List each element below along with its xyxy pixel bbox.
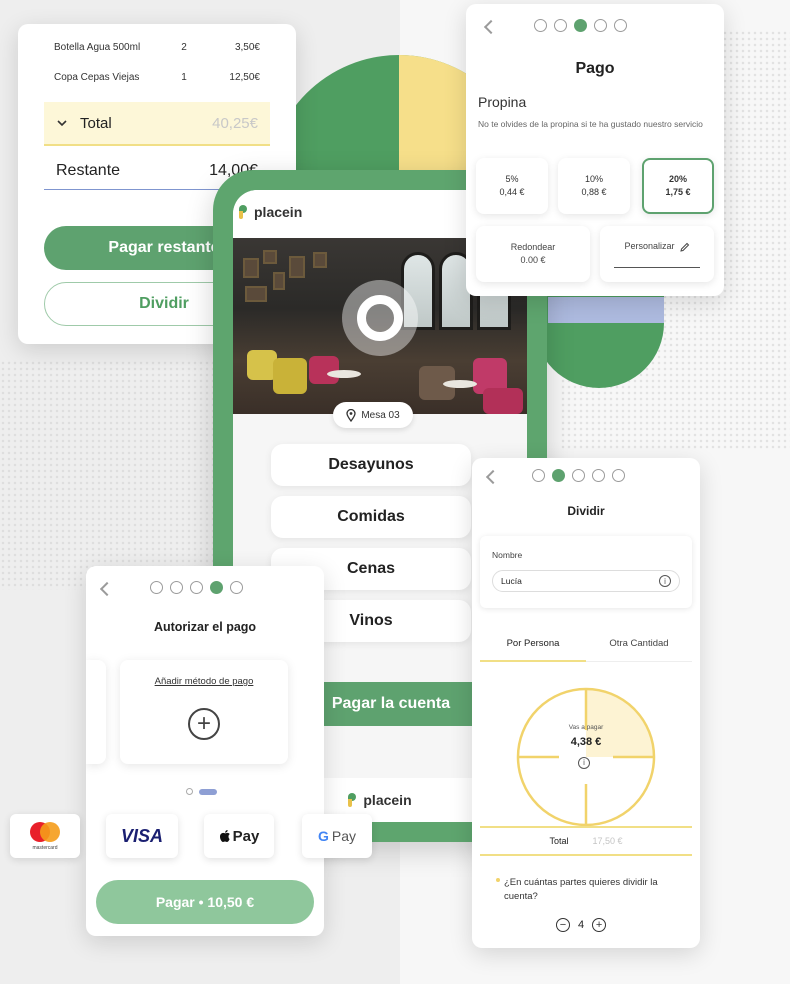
back-chevron-icon[interactable] [485, 469, 501, 485]
pie-amount: 4,38 € [570, 736, 602, 748]
info-icon[interactable]: i [659, 575, 671, 587]
custom-tip-option[interactable]: Personalizar [600, 226, 714, 282]
location-pin-icon [346, 408, 356, 422]
tip-option-5[interactable]: 5% 0,44 € [476, 158, 548, 214]
plus-circle-icon: + [188, 708, 220, 740]
apple-icon [219, 830, 230, 842]
menu-item-desayunos[interactable]: Desayunos [271, 444, 471, 486]
item-name: Botella Agua 500ml [54, 42, 141, 53]
footer-logo: placein [348, 792, 412, 808]
tab-otra-cantidad[interactable]: Otra Cantidad [586, 626, 692, 662]
apple-pay-logo[interactable]: Pay [204, 814, 274, 858]
name-label: Nombre [492, 550, 523, 560]
footer-brand-name: placein [363, 792, 412, 808]
total-label: Total [80, 114, 112, 132]
tip-hint: No te olvides de la propina si te ha gus… [478, 119, 703, 129]
dot-pattern [0, 360, 220, 590]
remaining-label: Restante [56, 161, 121, 179]
pie-caption: Vas a pagar [568, 724, 604, 731]
plus-button[interactable]: + [592, 918, 607, 932]
pencil-icon [679, 242, 689, 252]
brand-name: placein [254, 204, 303, 220]
google-pay-logo[interactable]: G Pay [302, 814, 372, 858]
step-indicator [534, 19, 627, 32]
add-payment-method-card[interactable]: Añadir método de pago + [120, 660, 288, 764]
mastercard-icon [30, 822, 60, 842]
item-qty: 1 [181, 72, 187, 83]
tip-amount: 0,88 € [581, 187, 607, 197]
carousel-pager [186, 788, 217, 795]
tip-percent: 20% [668, 174, 687, 184]
page-title: Dividir [567, 504, 605, 518]
round-value: 0.00 € [520, 255, 546, 265]
visa-logo[interactable]: VISA [106, 814, 178, 858]
add-method-label: Añadir método de pago [154, 676, 254, 687]
mastercard-logo[interactable]: mastercard [10, 814, 80, 858]
split-total-value: 17,50 € [592, 836, 623, 846]
page-title: Pago [575, 60, 615, 77]
item-qty: 2 [181, 42, 187, 53]
name-input[interactable]: Lucía i [492, 570, 680, 592]
tip-card: Pago Propina No te olvides de la propina… [466, 4, 724, 296]
google-pay-label: Pay [331, 828, 356, 844]
name-value: Lucía [501, 576, 522, 586]
tip-label: Propina [478, 94, 527, 110]
apple-pay-label: Pay [232, 827, 260, 845]
custom-input-line [614, 267, 700, 268]
page-title: Autorizar el pago [153, 620, 257, 634]
table-number: Mesa 03 [361, 409, 400, 421]
mastercard-caption: mastercard [32, 845, 58, 851]
item-price: 3,50€ [234, 42, 260, 53]
total-row[interactable]: Total 40,25€ [44, 102, 270, 146]
tip-amount: 0,44 € [499, 187, 525, 197]
pie-info[interactable]: i [578, 752, 590, 770]
split-question: ¿En cuántas partes quieres dividir la cu… [504, 877, 658, 902]
tip-option-20[interactable]: 20% 1,75 € [642, 158, 714, 214]
tip-percent: 10% [584, 174, 603, 184]
step-indicator [532, 469, 625, 482]
total-value: 40,25€ [212, 114, 258, 132]
google-g-icon: G [317, 828, 329, 844]
round-label: Redondear [510, 242, 556, 252]
split-total-row: Total 17,50 € [480, 826, 692, 856]
item-price: 12,50€ [229, 72, 260, 83]
minus-button[interactable]: − [556, 918, 570, 932]
split-tabs: Por Persona Otra Cantidad [480, 626, 692, 662]
split-card: Dividir Nombre Lucía i Por Persona Otra … [472, 458, 700, 948]
decor-blue-strip [548, 297, 664, 323]
name-field-card: Nombre Lucía i [480, 536, 692, 608]
brand-logo: placein [239, 204, 302, 220]
qr-ring-inner [357, 295, 403, 341]
placein-logo-icon [239, 205, 249, 219]
round-option[interactable]: Redondear 0.00 € [476, 226, 590, 282]
authorize-card: Autorizar el pago Añadir método de pago … [86, 566, 324, 936]
split-total-label: Total [549, 836, 569, 846]
back-chevron-icon[interactable] [483, 19, 499, 35]
previous-payment-card[interactable] [86, 660, 106, 764]
tip-percent: 5% [505, 174, 519, 184]
item-name: Copa Cepas Viejas [54, 72, 140, 83]
pay-button[interactable]: Pagar • 10,50 € [96, 880, 314, 924]
step-indicator [150, 581, 243, 594]
parts-count: 4 [578, 919, 585, 931]
custom-label: Personalizar [624, 241, 675, 251]
info-icon: i [578, 756, 590, 769]
placein-logo-icon [348, 793, 358, 807]
chevron-down-icon [57, 120, 67, 127]
tab-por-persona[interactable]: Por Persona [480, 626, 586, 662]
table-badge: Mesa 03 [333, 402, 413, 428]
tip-option-10[interactable]: 10% 0,88 € [558, 158, 630, 214]
bill-item-row: Copa Cepas Viejas 1 12,50€ [54, 72, 260, 83]
parts-stepper: − 4 + [556, 918, 607, 932]
bill-item-row: Botella Agua 500ml 2 3,50€ [54, 42, 260, 53]
back-chevron-icon[interactable] [99, 581, 115, 597]
menu-item-comidas[interactable]: Comidas [271, 496, 471, 538]
tip-amount: 1,75 € [665, 187, 691, 197]
split-chart-area: Vas a pagar 4,38 € i Total 17,50 € [480, 662, 692, 886]
bullet-icon [496, 878, 500, 882]
